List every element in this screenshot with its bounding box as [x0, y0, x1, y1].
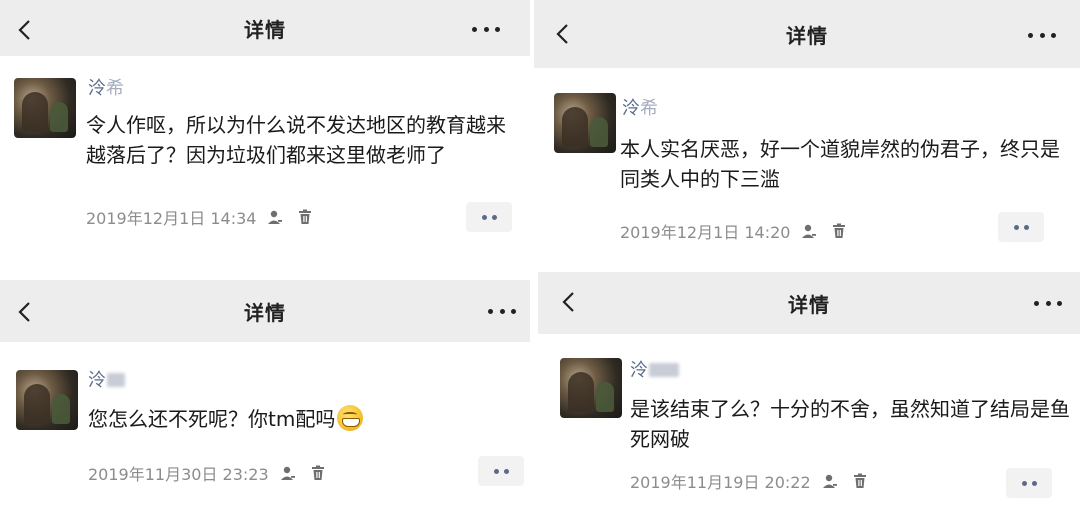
comment-action-button[interactable]	[466, 202, 512, 232]
post-time: 2019年12月1日 14:34	[86, 209, 257, 228]
trash-icon[interactable]	[296, 208, 314, 226]
nav-bar: 详情	[0, 0, 530, 56]
blurred-name-mask	[649, 363, 679, 377]
post-content: 令人作呕，所以为什么说不发达地区的教育越来越落后了？因为垃圾们都来这里做老师了	[86, 113, 506, 167]
nav-bar: 详情	[534, 0, 1080, 68]
more-dots-icon[interactable]	[1028, 26, 1056, 44]
person-icon[interactable]	[800, 222, 818, 240]
nav-bar: 详情	[538, 272, 1080, 334]
nickname-tail: 希	[106, 78, 124, 99]
post-meta: 2019年12月1日 14:20	[620, 220, 848, 242]
post-meta: 2019年12月1日 14:34	[86, 206, 314, 228]
blurred-name-mask	[107, 373, 125, 387]
nickname[interactable]: 泠	[88, 370, 125, 392]
avatar[interactable]	[14, 78, 76, 138]
nav-bar: 详情	[0, 280, 530, 342]
moment-detail-panel-2: 详情 泠希 本人实名厌恶，好一个道貌岸然的伪君子，终只是同类人中的下三滥 201…	[534, 0, 1080, 262]
comment-action-button[interactable]	[1006, 468, 1052, 498]
page-title: 详情	[244, 17, 286, 42]
nickname[interactable]: 泠希	[622, 98, 658, 120]
avatar[interactable]	[16, 370, 78, 430]
avatar[interactable]	[560, 358, 622, 418]
post-meta: 2019年11月30日 23:23	[88, 462, 327, 484]
post-time: 2019年11月30日 23:23	[88, 465, 269, 484]
trash-icon[interactable]	[309, 464, 327, 482]
page-title: 详情	[786, 23, 828, 48]
moment-detail-panel-1: 详情 泠希 令人作呕，所以为什么说不发达地区的教育越来越落后了？因为垃圾们都来这…	[0, 0, 530, 262]
post-time: 2019年11月19日 20:22	[630, 473, 811, 492]
person-icon[interactable]	[821, 472, 839, 490]
page-title: 详情	[788, 292, 830, 317]
more-dots-icon[interactable]	[472, 20, 500, 38]
more-dots-icon[interactable]	[1034, 294, 1062, 312]
comment-action-button[interactable]	[998, 212, 1044, 242]
grimace-emoji-icon	[337, 405, 364, 431]
trash-icon[interactable]	[851, 472, 869, 490]
page-title: 详情	[244, 300, 286, 325]
nickname[interactable]: 泠希	[88, 78, 124, 100]
post-content: 本人实名厌恶，好一个道貌岸然的伪君子，终只是同类人中的下三滥	[620, 137, 1060, 191]
nickname-tail: 希	[640, 98, 658, 119]
more-dots-icon[interactable]	[488, 302, 516, 320]
avatar[interactable]	[554, 93, 616, 153]
person-icon[interactable]	[279, 464, 297, 482]
person-icon[interactable]	[266, 208, 284, 226]
comment-action-button[interactable]	[478, 456, 524, 486]
post-meta: 2019年11月19日 20:22	[630, 470, 869, 492]
nickname[interactable]: 泠	[630, 360, 679, 382]
moment-detail-panel-4: 详情 泠 是该结束了么？十分的不舍，虽然知道了结局是鱼死网破 2019年11月1…	[538, 272, 1080, 516]
post-content: 您怎么还不死呢？你tm配吗	[88, 404, 518, 434]
post-time: 2019年12月1日 14:20	[620, 223, 791, 242]
post-content: 是该结束了么？十分的不舍，虽然知道了结局是鱼死网破	[630, 397, 1070, 451]
moment-detail-panel-3: 详情 泠 您怎么还不死呢？你tm配吗 2019年11月30日 23:23	[0, 280, 530, 516]
trash-icon[interactable]	[830, 222, 848, 240]
